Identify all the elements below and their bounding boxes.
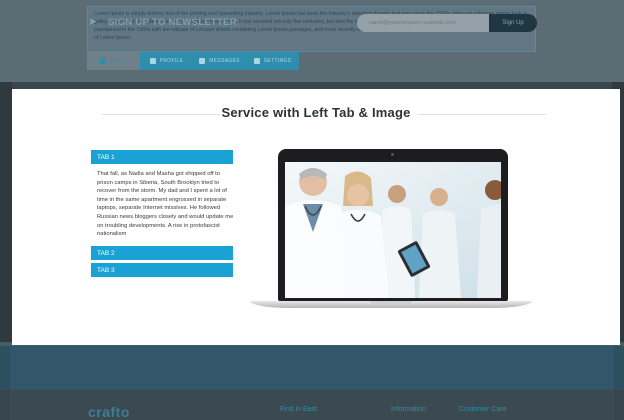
background-tab-label: HOME (110, 58, 127, 64)
background-tab-label: PROFILE (159, 58, 184, 64)
background-tab-bar: HOME PROFILE MESSAGES SETTINGS (87, 52, 299, 70)
footer-logo: crafto (88, 404, 130, 420)
messages-icon (199, 58, 206, 64)
newsletter-email-input[interactable] (357, 14, 489, 32)
laptop-camera (391, 153, 394, 156)
user-icon (149, 58, 156, 64)
background-tab-label: MESSAGES (209, 58, 240, 64)
newsletter-label: SIGN UP TO NEWSLETTER (108, 17, 237, 28)
laptop-image (250, 149, 532, 311)
home-icon (100, 58, 107, 64)
modal-title-row: Service with Left Tab & Image (12, 105, 620, 125)
newsletter-inner (10, 346, 614, 391)
tab-3[interactable]: TAB 3 (91, 263, 233, 277)
tab-2[interactable]: TAB 2 (91, 246, 233, 260)
newsletter-section (0, 345, 624, 391)
background-tab-label: SETTINGS (263, 58, 292, 64)
newsletter-signup-button[interactable]: Sign Up (489, 14, 537, 32)
footer-column-heading: Information (391, 406, 427, 413)
background-tab-messages[interactable]: MESSAGES (193, 52, 246, 70)
footer-column-heading: Find in East (280, 406, 317, 413)
laptop-notch (370, 301, 412, 304)
background-frame-left (0, 82, 12, 342)
paper-plane-icon: ➤ (88, 16, 98, 28)
tab-1[interactable]: TAB 1 (91, 150, 233, 164)
laptop-lid (278, 149, 508, 301)
background-tab-settings[interactable]: SETTINGS (246, 52, 299, 70)
service-modal: Service with Left Tab & Image TAB 1 That… (12, 89, 620, 345)
doctors-illustration (285, 162, 501, 298)
tab-1-content: That fall, as Nadia and Masha got shippe… (97, 171, 234, 238)
background-tab-profile[interactable]: PROFILE (140, 52, 193, 70)
laptop-doctors-image (285, 162, 501, 298)
background-frame-top (0, 82, 624, 89)
gear-icon (253, 58, 260, 64)
footer-column-heading: Customer Care (459, 406, 507, 413)
background-tab-home[interactable]: HOME (87, 52, 140, 70)
modal-title: Service with Left Tab & Image (221, 105, 411, 120)
